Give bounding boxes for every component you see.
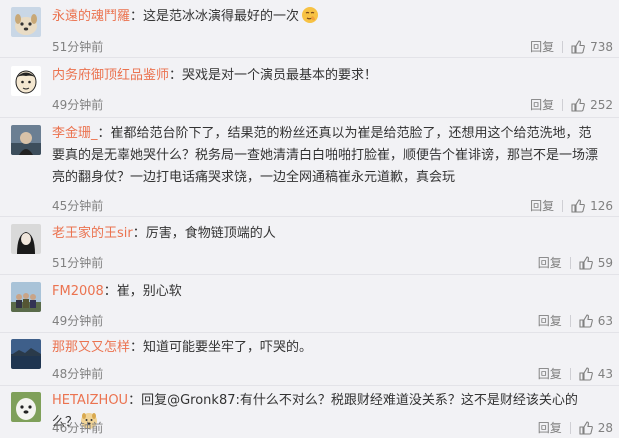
comment-text: 内务府御顶红品鉴师：哭戏是对一个演员最基本的要求！ — [52, 65, 603, 87]
reply-button[interactable]: 回复 — [538, 365, 562, 382]
username-link[interactable]: 内务府御顶红品鉴师 — [52, 68, 169, 83]
avatar[interactable] — [11, 224, 41, 254]
colon: ： — [103, 284, 117, 299]
comment-body: 哭戏是对一个演员最基本的要求！ — [182, 68, 378, 83]
colon: ： — [97, 126, 111, 141]
timestamp: 51分钟前 — [52, 256, 104, 270]
comment-actions: 回复 738 — [530, 38, 613, 55]
timestamp: 49分钟前 — [52, 314, 104, 328]
comment-text: 那那又又怎样：知道可能要坐牢了，吓哭的。 — [52, 337, 603, 359]
like-count: 43 — [597, 366, 613, 381]
comment-item: 永遠的魂鬥羅：这是范冰冰演得最好的一次 51分钟前 回复 738 — [0, 0, 619, 57]
reply-button[interactable]: 回复 — [538, 312, 562, 329]
thumbs-up-icon — [579, 313, 593, 328]
avatar[interactable] — [11, 392, 41, 422]
comment-item: 老王家的王sir：厉害，食物链顶端的人 51分钟前 回复 59 — [0, 217, 619, 274]
like-count: 252 — [590, 97, 613, 112]
comment-text: FM2008：崔，别心软 — [52, 281, 603, 303]
timestamp: 46分钟前 — [52, 421, 104, 435]
username-link[interactable]: FM2008 — [52, 284, 104, 299]
thumbs-up-icon — [579, 366, 593, 381]
reply-button[interactable]: 回复 — [530, 197, 554, 214]
like-count: 738 — [590, 39, 613, 54]
comment-actions: 回复 126 — [530, 197, 613, 214]
divider — [562, 98, 564, 111]
comment-body: 崔，别心软 — [116, 284, 182, 299]
comment-item: HETAIZHOU：回复@Gronk87:有什么不对么？税跟财经难道没关系？这不… — [0, 386, 619, 437]
divider — [562, 199, 564, 212]
reply-button[interactable]: 回复 — [538, 254, 562, 271]
like-button[interactable]: 738 — [571, 40, 613, 54]
colon: ： — [132, 226, 146, 241]
divider — [562, 40, 564, 53]
divider — [569, 421, 571, 434]
comment-actions: 回复 43 — [538, 365, 613, 382]
comment-actions: 回复 63 — [538, 312, 613, 329]
colon: ： — [128, 393, 142, 408]
reply-button[interactable]: 回复 — [530, 38, 554, 55]
like-button[interactable]: 43 — [579, 367, 613, 381]
comment-item: FM2008：崔，别心软 49分钟前 回复 63 — [0, 275, 619, 332]
username-link[interactable]: 李金珊_ — [52, 126, 98, 141]
divider — [569, 367, 571, 380]
comment-item: 李金珊_：崔都给范台阶下了，结果范的粉丝还真以为崔是给范脸了，还想用这个给范洗地… — [0, 118, 619, 216]
comment-actions: 回复 59 — [538, 254, 613, 271]
like-button[interactable]: 252 — [571, 98, 613, 112]
divider — [569, 256, 571, 269]
timestamp: 45分钟前 — [52, 199, 104, 213]
comment-item: 内务府御顶红品鉴师：哭戏是对一个演员最基本的要求！ 49分钟前 回复 252 — [0, 58, 619, 117]
username-link[interactable]: 老王家的王sir — [52, 226, 133, 241]
like-button[interactable]: 28 — [579, 421, 613, 435]
like-button[interactable]: 59 — [579, 256, 613, 270]
divider — [569, 314, 571, 327]
comment-body: 厉害，食物链顶端的人 — [145, 226, 276, 241]
smirk-emoji-icon — [301, 6, 319, 24]
avatar[interactable] — [11, 282, 41, 312]
comment-text: HETAIZHOU：回复@Gronk87:有什么不对么？税跟财经难道没关系？这不… — [52, 390, 603, 434]
comment-item: 那那又又怎样：知道可能要坐牢了，吓哭的。 48分钟前 回复 43 — [0, 333, 619, 385]
avatar[interactable] — [11, 7, 41, 37]
like-button[interactable]: 126 — [571, 199, 613, 213]
thumbs-up-icon — [571, 39, 585, 54]
timestamp: 51分钟前 — [52, 40, 104, 54]
username-link[interactable]: HETAIZHOU — [52, 393, 128, 408]
comment-list: 永遠的魂鬥羅：这是范冰冰演得最好的一次 51分钟前 回复 738 内务府御顶红品… — [0, 0, 619, 437]
thumbs-up-icon — [571, 97, 585, 112]
thumbs-up-icon — [579, 255, 593, 270]
comment-text: 老王家的王sir：厉害，食物链顶端的人 — [52, 223, 603, 245]
comment-actions: 回复 28 — [538, 419, 613, 436]
reply-button[interactable]: 回复 — [530, 96, 554, 113]
like-count: 126 — [590, 198, 613, 213]
comment-body: 这是范冰冰演得最好的一次 — [143, 9, 300, 24]
like-count: 63 — [597, 313, 613, 328]
thumbs-up-icon — [571, 198, 585, 213]
comment-text: 永遠的魂鬥羅：这是范冰冰演得最好的一次 — [52, 6, 603, 28]
like-count: 28 — [597, 420, 613, 435]
like-count: 59 — [597, 255, 613, 270]
reply-button[interactable]: 回复 — [538, 419, 562, 436]
avatar[interactable] — [11, 339, 41, 369]
colon: ： — [169, 68, 183, 83]
timestamp: 49分钟前 — [52, 98, 104, 112]
avatar[interactable] — [11, 66, 41, 96]
comment-text: 李金珊_：崔都给范台阶下了，结果范的粉丝还真以为崔是给范脸了，还想用这个给范洗地… — [52, 123, 603, 189]
like-button[interactable]: 63 — [579, 314, 613, 328]
timestamp: 48分钟前 — [52, 367, 104, 381]
comment-actions: 回复 252 — [530, 96, 613, 113]
thumbs-up-icon — [579, 420, 593, 435]
colon: ： — [130, 340, 144, 355]
comment-body: 崔都给范台阶下了，结果范的粉丝还真以为崔是给范脸了，还想用这个给范洗地，范要真的… — [52, 126, 599, 185]
username-link[interactable]: 那那又又怎样 — [52, 340, 130, 355]
username-link[interactable]: 永遠的魂鬥羅 — [52, 9, 130, 24]
comment-body: 知道可能要坐牢了，吓哭的。 — [143, 340, 313, 355]
avatar[interactable] — [11, 125, 41, 155]
colon: ： — [130, 9, 144, 24]
